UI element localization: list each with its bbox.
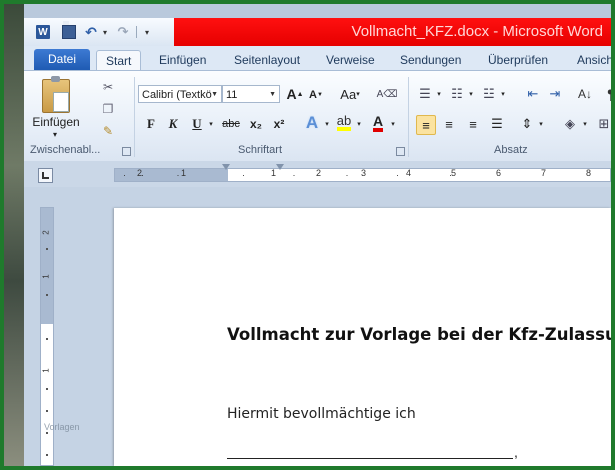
vertical-ruler-number: 1 bbox=[41, 368, 51, 373]
document-title[interactable]: Vollmacht zur Vorlage bei der Kfz-Zulass… bbox=[227, 325, 611, 344]
numbering-dropdown-icon[interactable]: ▾ bbox=[466, 87, 476, 101]
tab-mailings[interactable]: Sendungen bbox=[400, 50, 461, 70]
decrease-indent-icon[interactable]: ⇤ bbox=[524, 85, 542, 103]
vertical-ruler-number: 2 bbox=[41, 230, 51, 235]
word-logo-icon[interactable]: W bbox=[36, 25, 50, 39]
ribbon: Einfügen ▾ ✂ ❐ ✎ Zwischenabl... Calibri … bbox=[24, 70, 611, 162]
italic-button[interactable]: K bbox=[165, 115, 181, 133]
undo-icon[interactable]: ↶ bbox=[84, 24, 98, 40]
signature-line bbox=[227, 458, 513, 459]
font-color-icon[interactable]: A bbox=[368, 113, 388, 133]
title-bar: W ↶ ▾ ↷ ▾ Vollmacht_KFZ.docx - Microsoft… bbox=[24, 18, 611, 46]
group-separator bbox=[408, 77, 409, 157]
save-icon[interactable] bbox=[62, 25, 76, 39]
line-spacing-icon[interactable]: ⇕ bbox=[518, 115, 536, 133]
bullets-dropdown-icon[interactable]: ▾ bbox=[434, 87, 444, 101]
font-name-value: Calibri (Textkö bbox=[142, 89, 212, 101]
customize-dropdown-icon[interactable]: ▾ bbox=[140, 25, 154, 39]
subscript-button[interactable]: x₂ bbox=[247, 115, 265, 133]
screenshot-frame: W ↶ ▾ ↷ ▾ Vollmacht_KFZ.docx - Microsoft… bbox=[4, 4, 611, 466]
window-title: Vollmacht_KFZ.docx - Microsoft Word bbox=[351, 23, 603, 40]
font-size-value: 11 bbox=[226, 89, 238, 101]
clipboard-launcher-icon[interactable] bbox=[122, 147, 131, 156]
ruler-ticks: · · · · · · · · bbox=[123, 170, 453, 180]
underline-dropdown-icon[interactable]: ▾ bbox=[206, 117, 216, 131]
bullets-icon[interactable]: ☰ bbox=[416, 85, 434, 103]
tab-start[interactable]: Start bbox=[96, 50, 142, 71]
font-group-label: Schriftart bbox=[238, 144, 283, 156]
vertical-ruler-number: 1 bbox=[41, 274, 51, 279]
tab-review[interactable]: Überprüfen bbox=[488, 50, 548, 70]
tab-references[interactable]: Verweise bbox=[326, 50, 375, 70]
numbering-icon[interactable]: ☷ bbox=[448, 85, 466, 103]
undo-dropdown-icon[interactable]: ▾ bbox=[98, 25, 112, 39]
underline-button[interactable]: U bbox=[189, 115, 205, 133]
text-effects-icon[interactable]: A bbox=[302, 113, 322, 133]
borders-icon[interactable]: ⊞ bbox=[596, 115, 611, 133]
grow-font-icon[interactable]: A ▲ bbox=[286, 85, 303, 103]
increase-indent-icon[interactable]: ⇥ bbox=[546, 85, 564, 103]
group-separator bbox=[134, 77, 135, 157]
horizontal-ruler[interactable]: 2 1 1 2 3 4 5 6 7 8 · · · · · · · · bbox=[114, 168, 611, 182]
tab-file[interactable]: Datei bbox=[34, 49, 90, 70]
tab-insert[interactable]: Einfügen bbox=[159, 50, 206, 70]
shrink-font-icon[interactable]: A ▼ bbox=[308, 87, 324, 103]
chevron-down-icon: ▼ bbox=[269, 91, 276, 98]
clipboard-icon bbox=[42, 76, 70, 113]
highlight-icon[interactable]: ab bbox=[334, 113, 354, 133]
vertical-ruler-margin bbox=[41, 208, 53, 324]
line-spacing-dropdown-icon[interactable]: ▾ bbox=[536, 117, 546, 131]
paste-dropdown-icon[interactable]: ▾ bbox=[48, 129, 62, 139]
show-formatting-icon[interactable]: ¶ bbox=[602, 85, 611, 103]
title-highlight: Vollmacht_KFZ.docx - Microsoft Word bbox=[174, 18, 611, 46]
paste-button[interactable] bbox=[38, 75, 72, 115]
font-color-dropdown-icon[interactable]: ▾ bbox=[388, 117, 398, 131]
font-name-combo[interactable]: Calibri (Textkö ▼ bbox=[138, 85, 222, 103]
tab-page-layout[interactable]: Seitenlayout bbox=[234, 50, 300, 70]
first-line-indent-marker[interactable] bbox=[222, 164, 230, 170]
multilevel-list-dropdown-icon[interactable]: ▾ bbox=[498, 87, 508, 101]
text-effects-dropdown-icon[interactable]: ▾ bbox=[322, 117, 332, 131]
copy-icon[interactable]: ❐ bbox=[100, 101, 116, 117]
signature-comma: , bbox=[514, 444, 518, 460]
shading-dropdown-icon[interactable]: ▾ bbox=[580, 117, 590, 131]
paste-label[interactable]: Einfügen bbox=[28, 115, 84, 129]
document-page[interactable]: Vollmacht zur Vorlage bei der Kfz-Zulass… bbox=[114, 208, 611, 466]
format-painter-icon[interactable]: ✎ bbox=[100, 123, 116, 139]
tab-view[interactable]: Ansicht bbox=[577, 50, 611, 70]
font-launcher-icon[interactable] bbox=[396, 147, 405, 156]
clear-formatting-icon[interactable]: A⌫ bbox=[377, 85, 398, 103]
hanging-indent-marker[interactable] bbox=[276, 164, 284, 170]
justify-button[interactable]: ☰ bbox=[488, 115, 506, 133]
align-right-button[interactable]: ≡ bbox=[464, 115, 482, 133]
document-paragraph[interactable]: Hiermit bevollmächtige ich bbox=[227, 406, 416, 422]
align-center-button[interactable]: ≡ bbox=[440, 115, 458, 133]
watermark-text: Vorlagen bbox=[44, 422, 80, 432]
paragraph-group-label: Absatz bbox=[494, 144, 528, 156]
sort-icon[interactable]: A↓ bbox=[576, 85, 594, 103]
superscript-button[interactable]: x² bbox=[270, 115, 288, 133]
change-case-label: Aa bbox=[340, 86, 357, 102]
align-left-button[interactable]: ≡ bbox=[416, 115, 436, 135]
ribbon-tabs: Datei Start Einfügen Seitenlayout Verwei… bbox=[24, 46, 611, 71]
strikethrough-button[interactable]: abc bbox=[220, 115, 242, 133]
multilevel-list-icon[interactable]: ☳ bbox=[480, 85, 498, 103]
highlight-dropdown-icon[interactable]: ▾ bbox=[354, 117, 364, 131]
redo-icon[interactable]: ↷ bbox=[116, 24, 130, 39]
bold-button[interactable]: F bbox=[143, 115, 159, 133]
chevron-down-icon: ▼ bbox=[211, 91, 218, 98]
cut-icon[interactable]: ✂ bbox=[100, 79, 116, 95]
font-size-combo[interactable]: 11 ▼ bbox=[222, 85, 280, 103]
qat-separator bbox=[136, 26, 137, 38]
change-case-button[interactable]: Aa ▾ bbox=[337, 85, 363, 103]
desktop-background-strip bbox=[4, 4, 24, 466]
tab-selector-icon[interactable] bbox=[38, 168, 53, 183]
clipboard-group-label: Zwischenabl... bbox=[30, 144, 101, 156]
shading-icon[interactable]: ◈ bbox=[560, 115, 580, 133]
